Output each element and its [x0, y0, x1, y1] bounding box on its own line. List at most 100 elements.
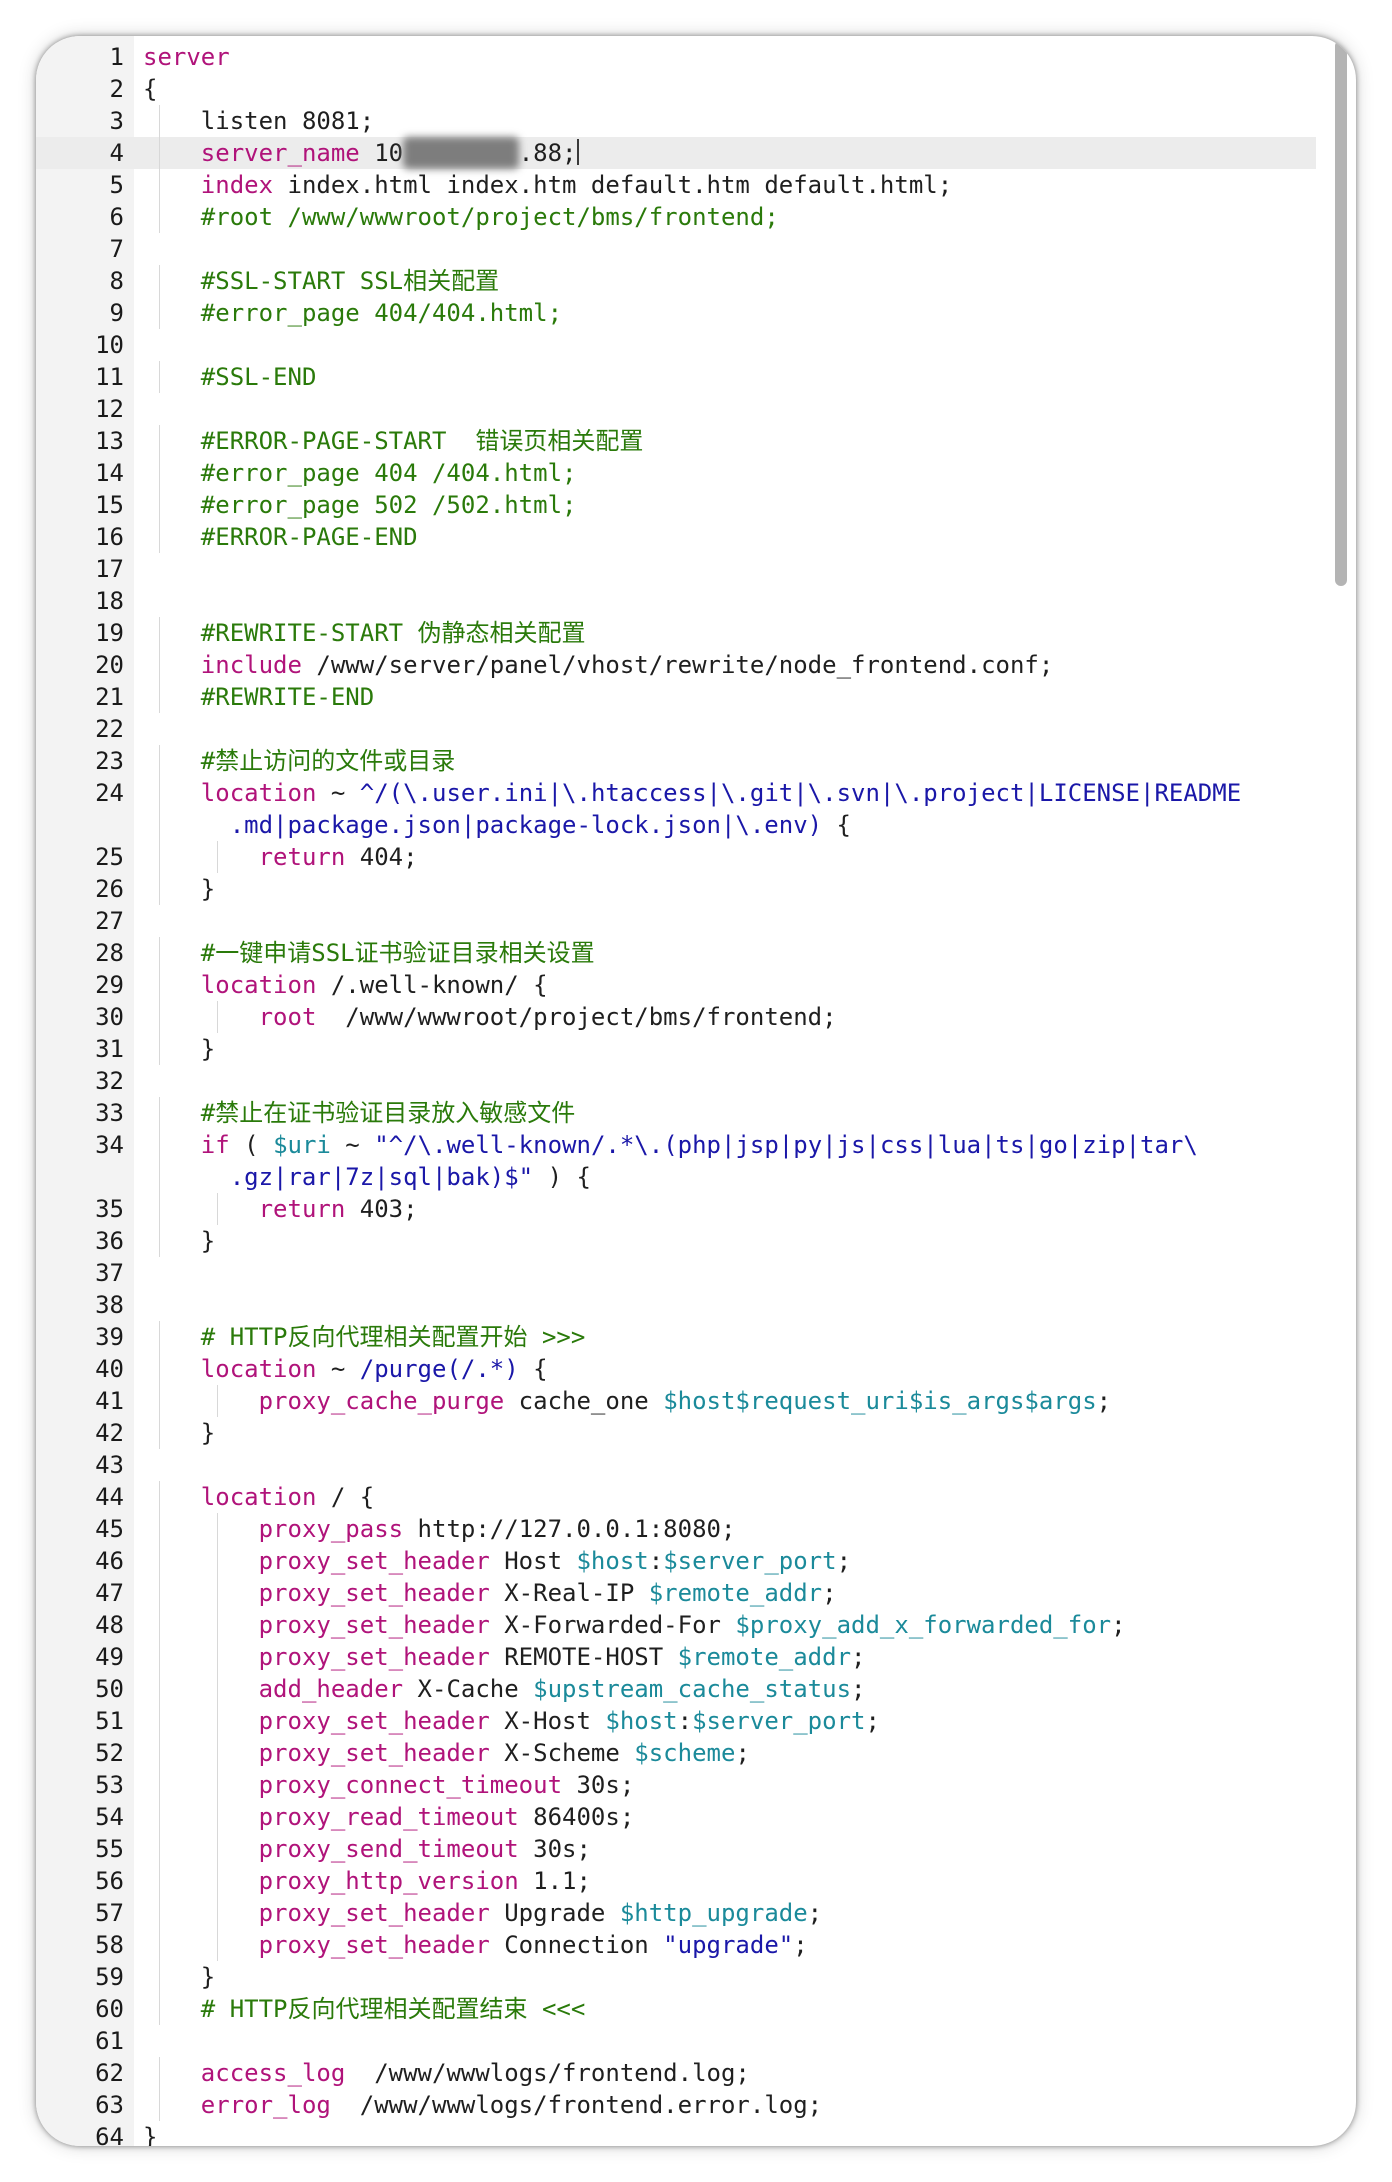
code-line[interactable]: 15 #error_page 502 /502.html;: [36, 489, 1316, 521]
code-line[interactable]: 30 root /www/wwwroot/project/bms/frontend…: [36, 1001, 1316, 1033]
code-line[interactable]: 13 #ERROR-PAGE-START 错误页相关配置: [36, 425, 1316, 457]
code-line[interactable]: 21 #REWRITE-END: [36, 681, 1316, 713]
code-line[interactable]: 8 #SSL-START SSL相关配置: [36, 265, 1316, 297]
line-text: # HTTP反向代理相关配置结束 <<<: [143, 1993, 1316, 2025]
code-line[interactable]: 58 proxy_set_header Connection "upgrade";: [36, 1929, 1316, 1961]
code-token: ;: [865, 1707, 880, 1735]
code-line[interactable]: 6 #root /www/wwwroot/project/bms/frontend…: [36, 201, 1316, 233]
line-text: return 403;: [143, 1193, 1316, 1225]
code-line[interactable]: 46 proxy_set_header Host $host:$server_po…: [36, 1545, 1316, 1577]
line-text: location ~ ^/(\.user.ini|\.htaccess|\.gi…: [143, 777, 1316, 841]
code-line[interactable]: 29 location /.well-known/ {: [36, 969, 1316, 1001]
line-number: 51: [95, 1707, 124, 1735]
code-line[interactable]: 16 #ERROR-PAGE-END: [36, 521, 1316, 553]
line-number: 49: [95, 1643, 124, 1671]
vertical-scrollbar[interactable]: [1332, 40, 1350, 2140]
code-line[interactable]: 47 proxy_set_header X-Real-IP $remote_add…: [36, 1577, 1316, 1609]
line-text: proxy_cache_purge cache_one $host$reques…: [143, 1385, 1316, 1417]
code-line[interactable]: 38: [36, 1289, 1316, 1321]
line-text: proxy_connect_timeout 30s;: [143, 1769, 1316, 1801]
line-number: 21: [95, 683, 124, 711]
line-number: 39: [95, 1323, 124, 1351]
code-token: cache_one: [504, 1387, 664, 1415]
code-line[interactable]: 26}: [36, 873, 1316, 905]
code-line[interactable]: 11 #SSL-END: [36, 361, 1316, 393]
code-token: proxy_http_version: [258, 1867, 519, 1895]
code-editor-window: 1server2{3listen 8081;4server_name 106.1…: [36, 36, 1356, 2146]
code-line[interactable]: 42}: [36, 1417, 1316, 1449]
code-token: "^/\.well-known/.*\.(php|jsp|py|js|css|l…: [374, 1131, 1198, 1159]
code-line[interactable]: 51 proxy_set_header X-Host $host:$server_…: [36, 1705, 1316, 1737]
code-line[interactable]: 9 #error_page 404/404.html;: [36, 297, 1316, 329]
code-line[interactable]: 18: [36, 585, 1316, 617]
code-token: server: [143, 43, 230, 71]
line-number: 17: [95, 555, 124, 583]
code-line[interactable]: 1 server: [36, 41, 1316, 73]
code-line[interactable]: 36}: [36, 1225, 1316, 1257]
code-line[interactable]: 56 proxy_http_version 1.1;: [36, 1865, 1316, 1897]
code-line[interactable]: 59}: [36, 1961, 1316, 1993]
code-line[interactable]: 7: [36, 233, 1316, 265]
code-line[interactable]: 60 # HTTP反向代理相关配置结束 <<<: [36, 1993, 1316, 2025]
code-token: $scheme: [634, 1739, 736, 1767]
line-number: 59: [95, 1963, 124, 1991]
code-token: proxy_set_header: [258, 1643, 490, 1671]
code-area[interactable]: 1server2{3listen 8081;4server_name 106.1…: [36, 41, 1316, 2146]
code-line[interactable]: 43: [36, 1449, 1316, 1481]
code-line[interactable]: 28 #一键申请SSL证书验证目录相关设置: [36, 937, 1316, 969]
code-line[interactable]: 24 location ~ ^/(\.user.ini|\.htaccess|\.…: [36, 777, 1316, 841]
code-line[interactable]: 44 location / {: [36, 1481, 1316, 1513]
code-line[interactable]: 37: [36, 1257, 1316, 1289]
line-text: proxy_read_timeout 86400s;: [143, 1801, 1316, 1833]
line-number: 22: [95, 715, 124, 743]
code-line[interactable]: 4 server_name 106.1x.113.88;: [36, 137, 1316, 169]
code-line[interactable]: 10: [36, 329, 1316, 361]
line-text: #error_page 404/404.html;: [143, 297, 1316, 329]
code-line[interactable]: 5 index index.html index.htm default.htm …: [36, 169, 1316, 201]
code-token: return: [258, 1195, 346, 1223]
code-line[interactable]: 17: [36, 553, 1316, 585]
code-token: #禁止访问的文件或目录: [200, 747, 456, 775]
code-line[interactable]: 54 proxy_read_timeout 86400s;: [36, 1801, 1316, 1833]
code-line[interactable]: 31}: [36, 1033, 1316, 1065]
code-line[interactable]: 49 proxy_set_header REMOTE-HOST $remote_a…: [36, 1641, 1316, 1673]
code-line[interactable]: 19 #REWRITE-START 伪静态相关配置: [36, 617, 1316, 649]
code-line[interactable]: 2{: [36, 73, 1316, 105]
scrollbar-thumb[interactable]: [1335, 40, 1347, 586]
code-line[interactable]: 61: [36, 2025, 1316, 2057]
code-token: location: [200, 1483, 317, 1511]
code-line[interactable]: 14 #error_page 404 /404.html;: [36, 457, 1316, 489]
code-line[interactable]: 33 #禁止在证书验证目录放入敏感文件: [36, 1097, 1316, 1129]
code-line[interactable]: 25 return 404;: [36, 841, 1316, 873]
code-line[interactable]: 53 proxy_connect_timeout 30s;: [36, 1769, 1316, 1801]
line-number: 19: [95, 619, 124, 647]
code-line[interactable]: 55 proxy_send_timeout 30s;: [36, 1833, 1316, 1865]
code-line[interactable]: 40 location ~ /purge(/.*) {: [36, 1353, 1316, 1385]
line-number: 47: [95, 1579, 124, 1607]
code-line[interactable]: 32: [36, 1065, 1316, 1097]
code-token: / {: [316, 1483, 375, 1511]
code-line[interactable]: 20 include /www/server/panel/vhost/rewrit…: [36, 649, 1316, 681]
code-line[interactable]: 27: [36, 905, 1316, 937]
code-line[interactable]: 57 proxy_set_header Upgrade $http_upgrade…: [36, 1897, 1316, 1929]
code-line[interactable]: 35 return 403;: [36, 1193, 1316, 1225]
code-line[interactable]: 64}: [36, 2121, 1316, 2146]
code-line[interactable]: 22: [36, 713, 1316, 745]
code-token: #SSL-START SSL相关配置: [200, 267, 500, 295]
code-line[interactable]: 45 proxy_pass http://127.0.0.1:8080;: [36, 1513, 1316, 1545]
line-number: 40: [95, 1355, 124, 1383]
code-line[interactable]: 12: [36, 393, 1316, 425]
code-line[interactable]: 62 access_log /www/wwwlogs/frontend.log;: [36, 2057, 1316, 2089]
code-line[interactable]: 34 if ( $uri ~ "^/\.well-known/.*\.(php|j…: [36, 1129, 1316, 1193]
code-line[interactable]: 3 listen 8081;: [36, 105, 1316, 137]
code-line[interactable]: 48 proxy_set_header X-Forwarded-For $prox…: [36, 1609, 1316, 1641]
code-token: #root /www/wwwroot/project/bms/frontend;: [200, 203, 779, 231]
code-token: }: [200, 1227, 216, 1255]
code-line[interactable]: 39 # HTTP反向代理相关配置开始 >>>: [36, 1321, 1316, 1353]
code-line[interactable]: 63 error_log /www/wwwlogs/frontend.error.…: [36, 2089, 1316, 2121]
code-line[interactable]: 50 add_header X-Cache $upstream_cache_sta…: [36, 1673, 1316, 1705]
code-line[interactable]: 52 proxy_set_header X-Scheme $scheme;: [36, 1737, 1316, 1769]
code-token: #禁止在证书验证目录放入敏感文件: [200, 1099, 576, 1127]
code-line[interactable]: 41 proxy_cache_purge cache_one $host$requ…: [36, 1385, 1316, 1417]
code-line[interactable]: 23 #禁止访问的文件或目录: [36, 745, 1316, 777]
